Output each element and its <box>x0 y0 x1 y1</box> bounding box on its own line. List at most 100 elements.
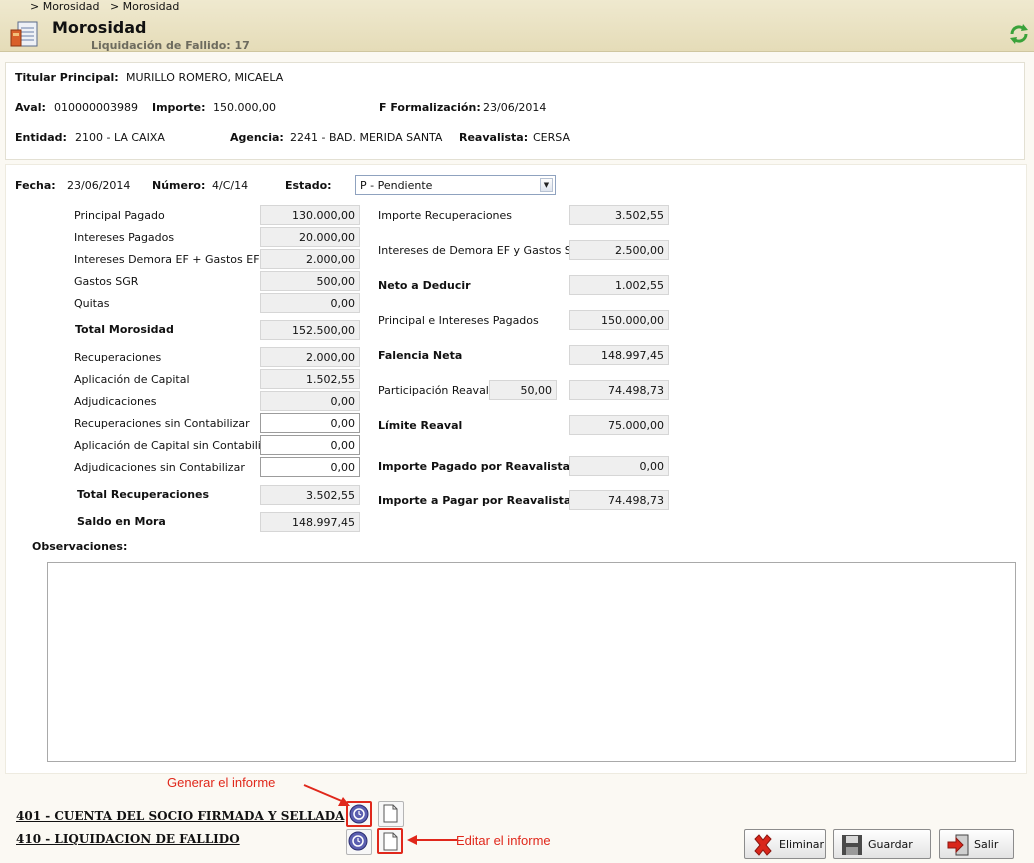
fecha-value: 23/06/2014 <box>67 179 131 192</box>
guardar-button-label: Guardar <box>868 838 913 851</box>
entidad-label: Entidad: <box>15 131 67 144</box>
titular-value: MURILLO ROMERO, MICAELA <box>126 71 284 84</box>
estado-selected-value: P - Pendiente <box>360 179 433 192</box>
generar-informe-annotation: Generar el informe <box>167 775 276 790</box>
observaciones-textarea[interactable] <box>47 562 1016 762</box>
breadcrumb: > Morosidad > Morosidad <box>30 0 179 13</box>
page-header: > Morosidad > Morosidad Morosidad Liquid… <box>0 0 1034 52</box>
principal-intereses-pagados-label: Principal e Intereses Pagados <box>378 314 539 327</box>
participacion-reaval-field: 74.498,73 <box>569 380 669 400</box>
observaciones-label: Observaciones: <box>32 540 128 553</box>
edit-report-401-button[interactable] <box>378 801 404 827</box>
adjudicaciones-sin-contabilizar-input[interactable]: 0,00 <box>260 457 360 477</box>
eliminar-button-label: Eliminar <box>779 838 825 851</box>
intereses-pagados-label: Intereses Pagados <box>74 231 175 244</box>
report-401-label[interactable]: 401 - CUENTA DEL SOCIO FIRMADA Y SELLADA <box>16 809 344 823</box>
intereses-pagados-field: 20.000,00 <box>260 227 360 247</box>
recuperaciones-label: Recuperaciones <box>74 351 162 364</box>
save-disk-icon <box>842 835 862 855</box>
recuperaciones-sin-contabilizar-input[interactable]: 0,00 <box>260 413 360 433</box>
gastos-sgr-label: Gastos SGR <box>74 275 139 288</box>
total-recuperaciones-field: 3.502,55 <box>260 485 360 505</box>
participacion-reaval-pct-field: 50,00 <box>489 380 557 400</box>
quitas-label: Quitas <box>74 297 110 310</box>
quitas-field: 0,00 <box>260 293 360 313</box>
importe-a-pagar-reavalista-field: 74.498,73 <box>569 490 669 510</box>
intereses-demora-gastos-sgr-field: 2.500,00 <box>569 240 669 260</box>
generate-report-icon <box>348 831 368 851</box>
agencia-value: 2241 - BAD. MERIDA SANTA <box>290 131 443 144</box>
importe-pagado-reavalista-field: 0,00 <box>569 456 669 476</box>
total-recuperaciones-label: Total Recuperaciones <box>77 488 210 501</box>
aplicacion-capital-sin-contabilizar-input[interactable]: 0,00 <box>260 435 360 455</box>
falencia-neta-field: 148.997,45 <box>569 345 669 365</box>
breadcrumb-item[interactable]: > Morosidad <box>110 0 179 13</box>
reavalista-value: CERSA <box>533 131 570 144</box>
f-formalizacion-value: 23/06/2014 <box>483 101 547 114</box>
adjudicaciones-label: Adjudicaciones <box>74 395 157 408</box>
editar-informe-annotation: Editar el informe <box>456 833 551 848</box>
page-subtitle: Liquidación de Fallido: 17 <box>91 39 250 52</box>
recuperaciones-sin-contabilizar-label: Recuperaciones sin Contabilizar <box>74 417 250 430</box>
estado-label: Estado: <box>285 179 332 192</box>
importe-value: 150.000,00 <box>213 101 276 114</box>
falencia-neta-label: Falencia Neta <box>378 349 463 362</box>
aplicacion-capital-field: 1.502,55 <box>260 369 360 389</box>
aplicacion-capital-label: Aplicación de Capital <box>74 373 190 386</box>
edit-report-410-button[interactable] <box>377 828 403 854</box>
importe-label: Importe: <box>152 101 206 114</box>
document-icon <box>383 804 398 823</box>
aplicacion-capital-sin-contabilizar-label: Aplicación de Capital sin Contabilizar <box>74 439 278 452</box>
refresh-icon[interactable] <box>1008 23 1030 45</box>
f-formalizacion-label: F Formalización: <box>379 101 481 114</box>
aval-value: 010000003989 <box>54 101 138 114</box>
document-icon <box>383 832 398 851</box>
importe-recuperaciones-label: Importe Recuperaciones <box>378 209 513 222</box>
importe-a-pagar-reavalista-label: Importe a Pagar por Reavalista <box>378 494 572 507</box>
intereses-demora-field: 2.000,00 <box>260 249 360 269</box>
numero-label: Número: <box>152 179 206 192</box>
eliminar-button[interactable]: Eliminar <box>744 829 826 859</box>
saldo-en-mora-field: 148.997,45 <box>260 512 360 532</box>
intereses-demora-gastos-sgr-label: Intereses de Demora EF y Gastos SGR <box>378 244 588 257</box>
exit-door-icon <box>947 834 969 856</box>
agencia-label: Agencia: <box>230 131 284 144</box>
chevron-down-icon[interactable]: ▼ <box>540 178 553 192</box>
saldo-en-mora-label: Saldo en Mora <box>77 515 166 528</box>
adjudicaciones-field: 0,00 <box>260 391 360 411</box>
estado-select[interactable]: P - Pendiente ▼ <box>355 175 556 195</box>
intereses-demora-label: Intereses Demora EF + Gastos EF <box>74 253 260 266</box>
salir-button[interactable]: Salir <box>939 829 1014 859</box>
breadcrumb-item[interactable]: > Morosidad <box>30 0 99 13</box>
importe-pagado-reavalista-label: Importe Pagado por Reavalista <box>378 460 571 473</box>
limite-reaval-field: 75.000,00 <box>569 415 669 435</box>
principal-pagado-label: Principal Pagado <box>74 209 165 222</box>
fecha-label: Fecha: <box>15 179 56 192</box>
guardar-button[interactable]: Guardar <box>833 829 931 859</box>
limite-reaval-label: Límite Reaval <box>378 419 463 432</box>
importe-recuperaciones-field: 3.502,55 <box>569 205 669 225</box>
recuperaciones-field: 2.000,00 <box>260 347 360 367</box>
neto-a-deducir-field: 1.002,55 <box>569 275 669 295</box>
neto-a-deducir-label: Neto a Deducir <box>378 279 471 292</box>
page-title: Morosidad <box>52 18 147 37</box>
total-morosidad-label: Total Morosidad <box>75 323 174 336</box>
delete-x-icon <box>754 834 772 856</box>
aval-label: Aval: <box>15 101 46 114</box>
arrow-annotation-icon <box>407 835 457 845</box>
numero-value: 4/C/14 <box>212 179 249 192</box>
ledger-book-icon <box>10 21 38 47</box>
total-morosidad-field: 152.500,00 <box>260 320 360 340</box>
principal-intereses-pagados-field: 150.000,00 <box>569 310 669 330</box>
titular-label: Titular Principal: <box>15 71 119 84</box>
gastos-sgr-field: 500,00 <box>260 271 360 291</box>
salir-button-label: Salir <box>974 838 999 851</box>
entidad-value: 2100 - LA CAIXA <box>75 131 165 144</box>
adjudicaciones-sin-contabilizar-label: Adjudicaciones sin Contabilizar <box>74 461 245 474</box>
principal-pagado-field: 130.000,00 <box>260 205 360 225</box>
report-410-label[interactable]: 410 - LIQUIDACION DE FALLIDO <box>16 832 240 846</box>
reavalista-label: Reavalista: <box>459 131 529 144</box>
generate-report-410-button[interactable] <box>346 829 372 855</box>
participacion-reaval-label: Participación Reaval <box>378 384 489 397</box>
arrow-annotation-icon <box>303 784 350 806</box>
